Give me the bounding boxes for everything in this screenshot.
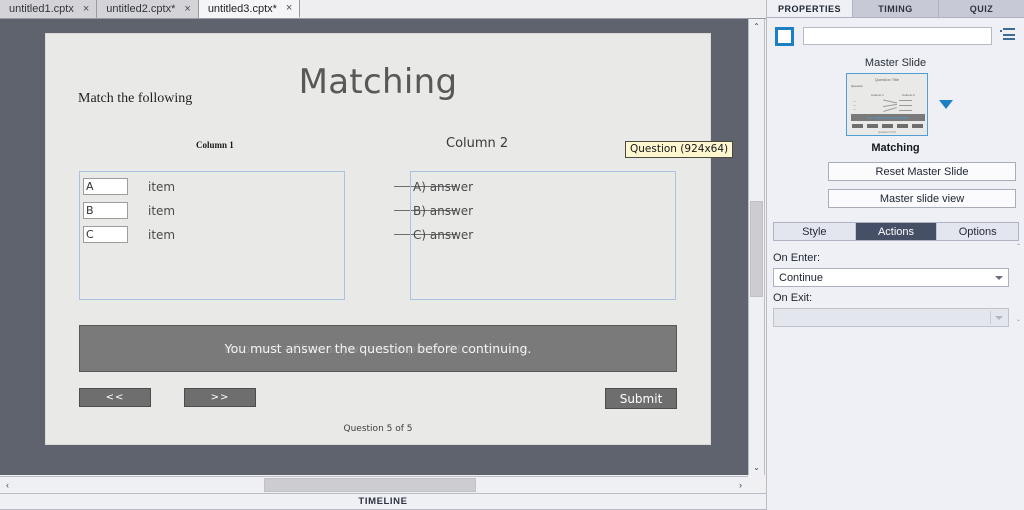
properties-panel: PROPERTIES TIMING QUIZ Master Slide Ques… (766, 0, 1024, 510)
answer-row-c: C) answer (413, 227, 474, 242)
thumb-button (867, 124, 878, 128)
match-row-a[interactable]: A item (83, 178, 175, 195)
thumb-connector (899, 110, 912, 111)
on-enter-select[interactable]: Continue (773, 268, 1009, 287)
match-item-label-a: item (148, 179, 176, 194)
match-row-c[interactable]: C item (83, 226, 175, 243)
thumb-title: Question Title (874, 77, 900, 82)
timeline-label: TIMELINE (358, 496, 408, 507)
tab-bar-filler (300, 0, 766, 18)
column1-header[interactable]: Column 1 (196, 140, 234, 150)
column1-box[interactable]: A item B item C item (79, 171, 345, 300)
match-item-label-c: item (148, 227, 176, 242)
document-tab-label: untitled1.cptx (9, 3, 74, 15)
panel-menu-icon[interactable] (1000, 28, 1016, 44)
thumb-connector (883, 107, 897, 112)
feedback-message-primary: You must answer the question before cont… (224, 341, 532, 356)
thumb-connector (899, 100, 912, 101)
vertical-scroll-thumb[interactable] (750, 201, 763, 297)
master-slide-thumbnail[interactable]: Question Title Question Column 1 Column … (846, 73, 928, 136)
answer-row-a: A) answer (413, 179, 474, 194)
application-window: untitled1.cptx × untitled2.cptx* × untit… (0, 0, 1024, 510)
thumb-button (882, 124, 893, 128)
scroll-up-icon[interactable]: ⌃ (749, 19, 764, 34)
thumb-column2: Column 2 (902, 93, 915, 97)
thumb-footer: Question 5 of 5 (878, 131, 896, 134)
match-item-label-b: item (148, 203, 176, 218)
answer-row-b: B) answer (413, 203, 474, 218)
tab-quiz[interactable]: QUIZ (939, 0, 1024, 17)
scroll-right-icon[interactable]: › (733, 477, 748, 493)
column2-box[interactable]: A) answer B) answer C) answer (410, 171, 676, 300)
document-tab-untitled3[interactable]: untitled3.cptx* × (198, 0, 301, 18)
slide-canvas[interactable]: Matching Match the following Column 1 Co… (46, 34, 710, 444)
stage-vertical-scrollbar[interactable]: ⌃ ⌄ (748, 19, 765, 475)
timeline-panel-header[interactable]: TIMELINE (0, 493, 766, 510)
scroll-down-icon[interactable]: ⌄ (749, 460, 764, 475)
on-exit-label: On Exit: (773, 292, 813, 304)
color-swatch[interactable] (775, 26, 794, 46)
thumb-button (912, 124, 923, 128)
object-size-tooltip: Question (924x64) (625, 141, 734, 158)
next-button[interactable]: >> (184, 388, 256, 407)
section-tab-bar: Style Actions Options (773, 222, 1019, 241)
previous-button[interactable]: << (79, 388, 151, 407)
chevron-down-icon[interactable] (995, 275, 1003, 280)
close-icon[interactable]: × (83, 3, 89, 15)
master-slide-name: Matching (871, 142, 920, 154)
match-dropdown-c[interactable]: C (83, 226, 128, 243)
submit-button[interactable]: Submit (605, 388, 677, 409)
thumb-feedback-bar: You must answer the question (851, 114, 925, 121)
object-name-input[interactable] (803, 27, 992, 45)
tab-timing[interactable]: TIMING (853, 0, 939, 17)
feedback-message-box[interactable]: Incorrect - Click anywhere or press Y to… (79, 325, 677, 372)
on-enter-label: On Enter: (773, 252, 821, 264)
close-icon[interactable]: × (286, 3, 292, 14)
slide-question-text[interactable]: Match the following (78, 91, 192, 107)
scroll-left-icon[interactable]: ‹ (0, 477, 15, 493)
document-tab-bar: untitled1.cptx × untitled2.cptx* × untit… (0, 0, 766, 19)
master-slide-label: Master Slide (864, 57, 927, 69)
panel-scroll-up-icon[interactable]: ⌃ (1015, 243, 1022, 250)
section-tab-actions[interactable]: Actions (855, 223, 938, 240)
match-dropdown-a[interactable]: A (83, 178, 128, 195)
object-name-row (767, 22, 1024, 50)
thumb-button (897, 124, 908, 128)
panel-tab-bar: PROPERTIES TIMING QUIZ (767, 0, 1024, 18)
thumb-column1: Column 1 (871, 93, 884, 97)
close-icon[interactable]: × (184, 3, 190, 15)
document-tab-untitled1[interactable]: untitled1.cptx × (0, 0, 98, 18)
thumb-row-dot: — (853, 107, 856, 111)
document-tab-label: untitled3.cptx* (207, 2, 277, 15)
column2-header[interactable]: Column 2 (446, 136, 508, 151)
panel-scroll-down-icon[interactable]: ⌄ (1015, 316, 1022, 323)
match-dropdown-b[interactable]: B (83, 202, 128, 219)
master-slide-thumbnail-frame: Question Title Question Column 1 Column … (846, 73, 928, 136)
master-slide-view-button[interactable]: Master slide view (828, 189, 1016, 208)
on-exit-select[interactable] (773, 308, 1009, 327)
chevron-down-icon[interactable] (939, 100, 953, 109)
panel-vertical-scrollbar[interactable]: ⌃ ⌄ (1014, 243, 1023, 323)
match-row-b[interactable]: B item (83, 202, 175, 219)
on-enter-value: Continue (779, 271, 824, 284)
thumb-connector (899, 105, 912, 106)
slide-stage[interactable]: Matching Match the following Column 1 Co… (0, 19, 748, 475)
reset-master-slide-button[interactable]: Reset Master Slide (828, 162, 1016, 181)
horizontal-scroll-thumb[interactable] (264, 478, 476, 492)
tab-properties[interactable]: PROPERTIES (767, 0, 853, 17)
select-divider (990, 311, 991, 324)
question-counter: Question 5 of 5 (343, 424, 413, 434)
section-tab-options[interactable]: Options (937, 223, 1019, 240)
document-tab-untitled2[interactable]: untitled2.cptx* × (97, 0, 199, 18)
stage-horizontal-scrollbar[interactable]: ‹ › (0, 476, 748, 493)
thumb-button (852, 124, 863, 128)
section-tab-style[interactable]: Style (774, 223, 856, 240)
document-tab-label: untitled2.cptx* (106, 3, 176, 15)
thumb-subtitle: Question (851, 84, 864, 88)
thumb-connector (883, 99, 897, 104)
chevron-down-icon[interactable] (995, 315, 1003, 320)
